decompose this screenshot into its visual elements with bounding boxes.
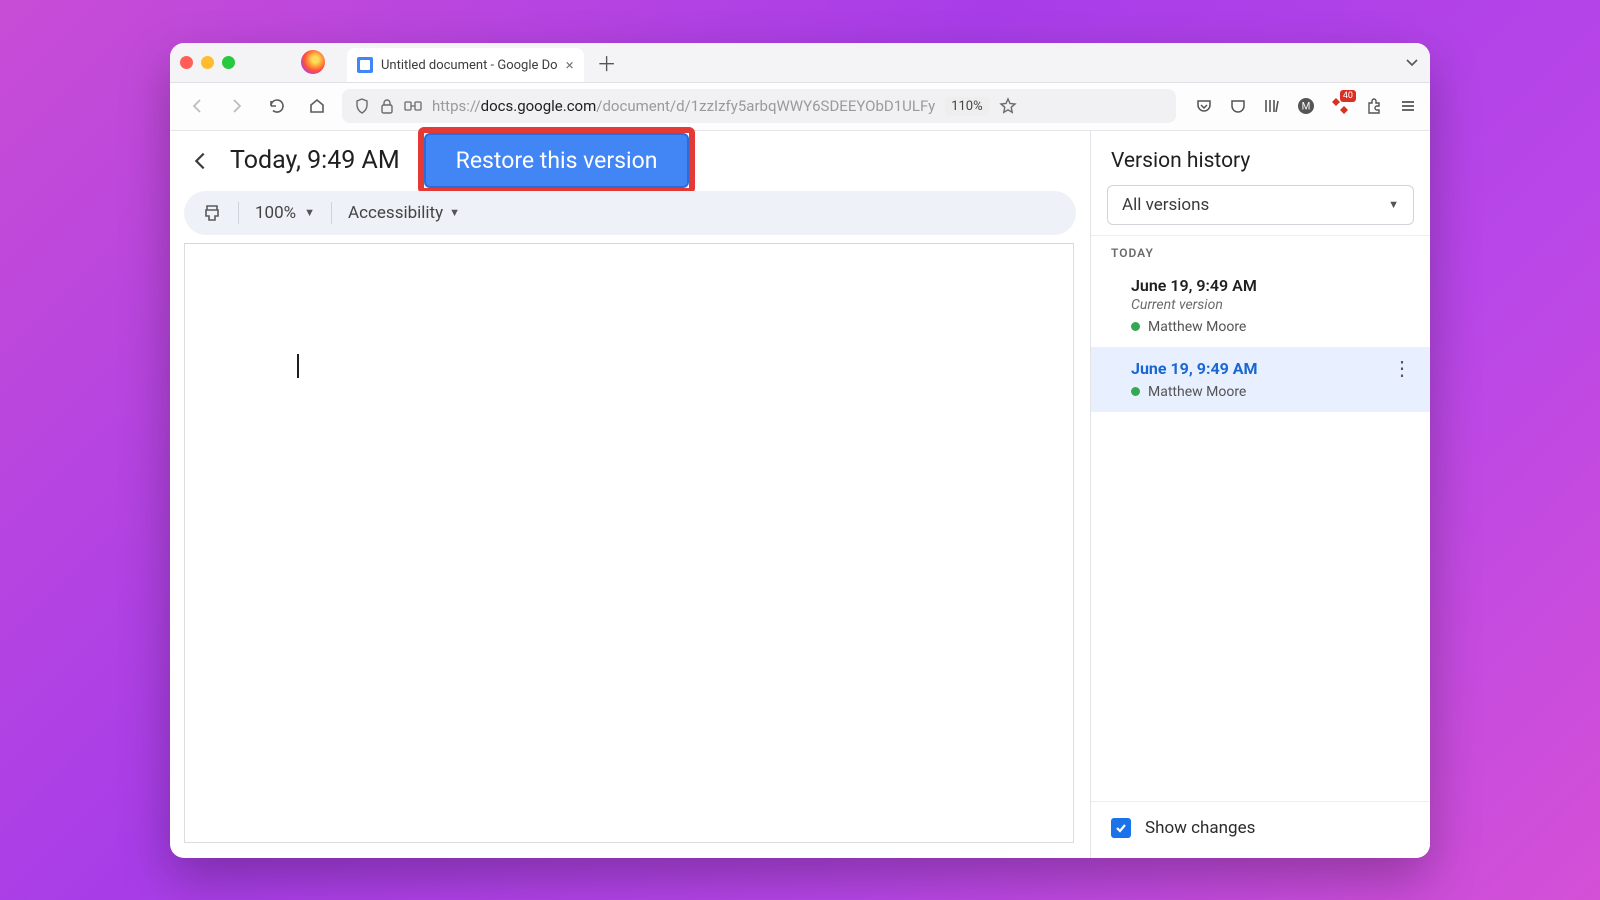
author-color-icon [1131,387,1140,396]
version-subtitle: Current version [1131,297,1412,313]
print-icon[interactable] [202,203,222,223]
version-header: Today, 9:49 AM Restore this version [170,131,1090,191]
window-traffic-lights [180,56,235,69]
sidebar-footer: Show changes [1091,801,1430,858]
home-button[interactable] [302,91,332,121]
firefox-icon [301,50,325,74]
window-minimize-icon[interactable] [201,56,214,69]
app-menu-icon[interactable] [1398,96,1418,116]
window-zoom-icon[interactable] [222,56,235,69]
caret-down-icon: ▼ [304,206,315,219]
version-item-selected[interactable]: June 19, 9:49 AM Matthew Moore ⋮ [1091,347,1430,412]
zoom-dropdown[interactable]: 100% ▼ [255,203,315,223]
version-timestamp: Today, 9:49 AM [230,146,400,175]
versions-filter-dropdown[interactable]: All versions ▼ [1107,185,1414,225]
show-changes-checkbox[interactable] [1111,818,1131,838]
permissions-icon[interactable] [404,99,422,113]
doc-toolbar: 100% ▼ Accessibility ▼ [184,191,1076,235]
restore-highlight: Restore this version [418,127,696,194]
browser-window: Untitled document - Google Do × ＋ [170,43,1430,858]
tab-strip: Untitled document - Google Do × ＋ [170,43,1430,83]
version-time: June 19, 9:49 AM [1131,276,1412,295]
tab-title: Untitled document - Google Do [381,58,558,73]
address-bar[interactable]: https://docs.google.com/document/d/1zzIz… [342,89,1176,123]
toolbar-divider [238,202,239,224]
text-cursor [297,354,299,378]
show-changes-label: Show changes [1145,818,1255,838]
toolbar-divider [331,202,332,224]
tabs-dropdown-icon[interactable] [1404,54,1420,70]
zoom-indicator[interactable]: 110% [945,97,988,116]
author-color-icon [1131,322,1140,331]
version-author: Matthew Moore [1131,319,1412,335]
back-arrow-button[interactable] [188,149,212,173]
bookmark-star-icon[interactable] [999,97,1017,115]
sidebar-group-label: TODAY [1091,235,1430,264]
nav-back-button[interactable] [182,91,212,121]
caret-down-icon: ▼ [449,206,460,219]
url-toolbar: https://docs.google.com/document/d/1zzIz… [170,83,1430,131]
version-time: June 19, 9:49 AM [1131,359,1412,378]
window-close-icon[interactable] [180,56,193,69]
sidebar-title: Version history [1091,131,1430,185]
save-pocket-icon[interactable] [1194,96,1214,116]
account-icon[interactable]: M [1296,96,1316,116]
url-text: https://docs.google.com/document/d/1zzIz… [432,97,935,115]
docs-favicon-icon [357,57,373,73]
nav-forward-button[interactable] [222,91,252,121]
restore-version-button[interactable]: Restore this version [424,133,690,188]
version-history-sidebar: Version history All versions ▼ TODAY Jun… [1090,131,1430,858]
library-icon[interactable] [1262,96,1282,116]
toolbar-right-icons: M 40 [1194,96,1418,116]
reload-button[interactable] [262,91,292,121]
extensions-puzzle-icon[interactable] [1364,96,1384,116]
tab-close-icon[interactable]: × [566,56,574,74]
lock-icon[interactable] [380,98,394,114]
version-author: Matthew Moore [1131,384,1412,400]
document-page [184,243,1074,843]
accessibility-menu[interactable]: Accessibility ▼ [348,203,460,223]
document-viewport[interactable] [170,243,1090,858]
caret-down-icon: ▼ [1388,198,1399,211]
svg-text:M: M [1302,102,1311,113]
pocket-icon[interactable] [1228,96,1248,116]
browser-tab[interactable]: Untitled document - Google Do × [347,48,584,82]
extension-badge: 40 [1340,90,1356,102]
shield-icon[interactable] [354,98,370,114]
extensions-icon[interactable]: 40 [1330,96,1350,116]
version-item-current[interactable]: June 19, 9:49 AM Current version Matthew… [1091,264,1430,347]
new-tab-button[interactable]: ＋ [594,49,620,75]
version-menu-icon[interactable]: ⋮ [1392,365,1412,371]
